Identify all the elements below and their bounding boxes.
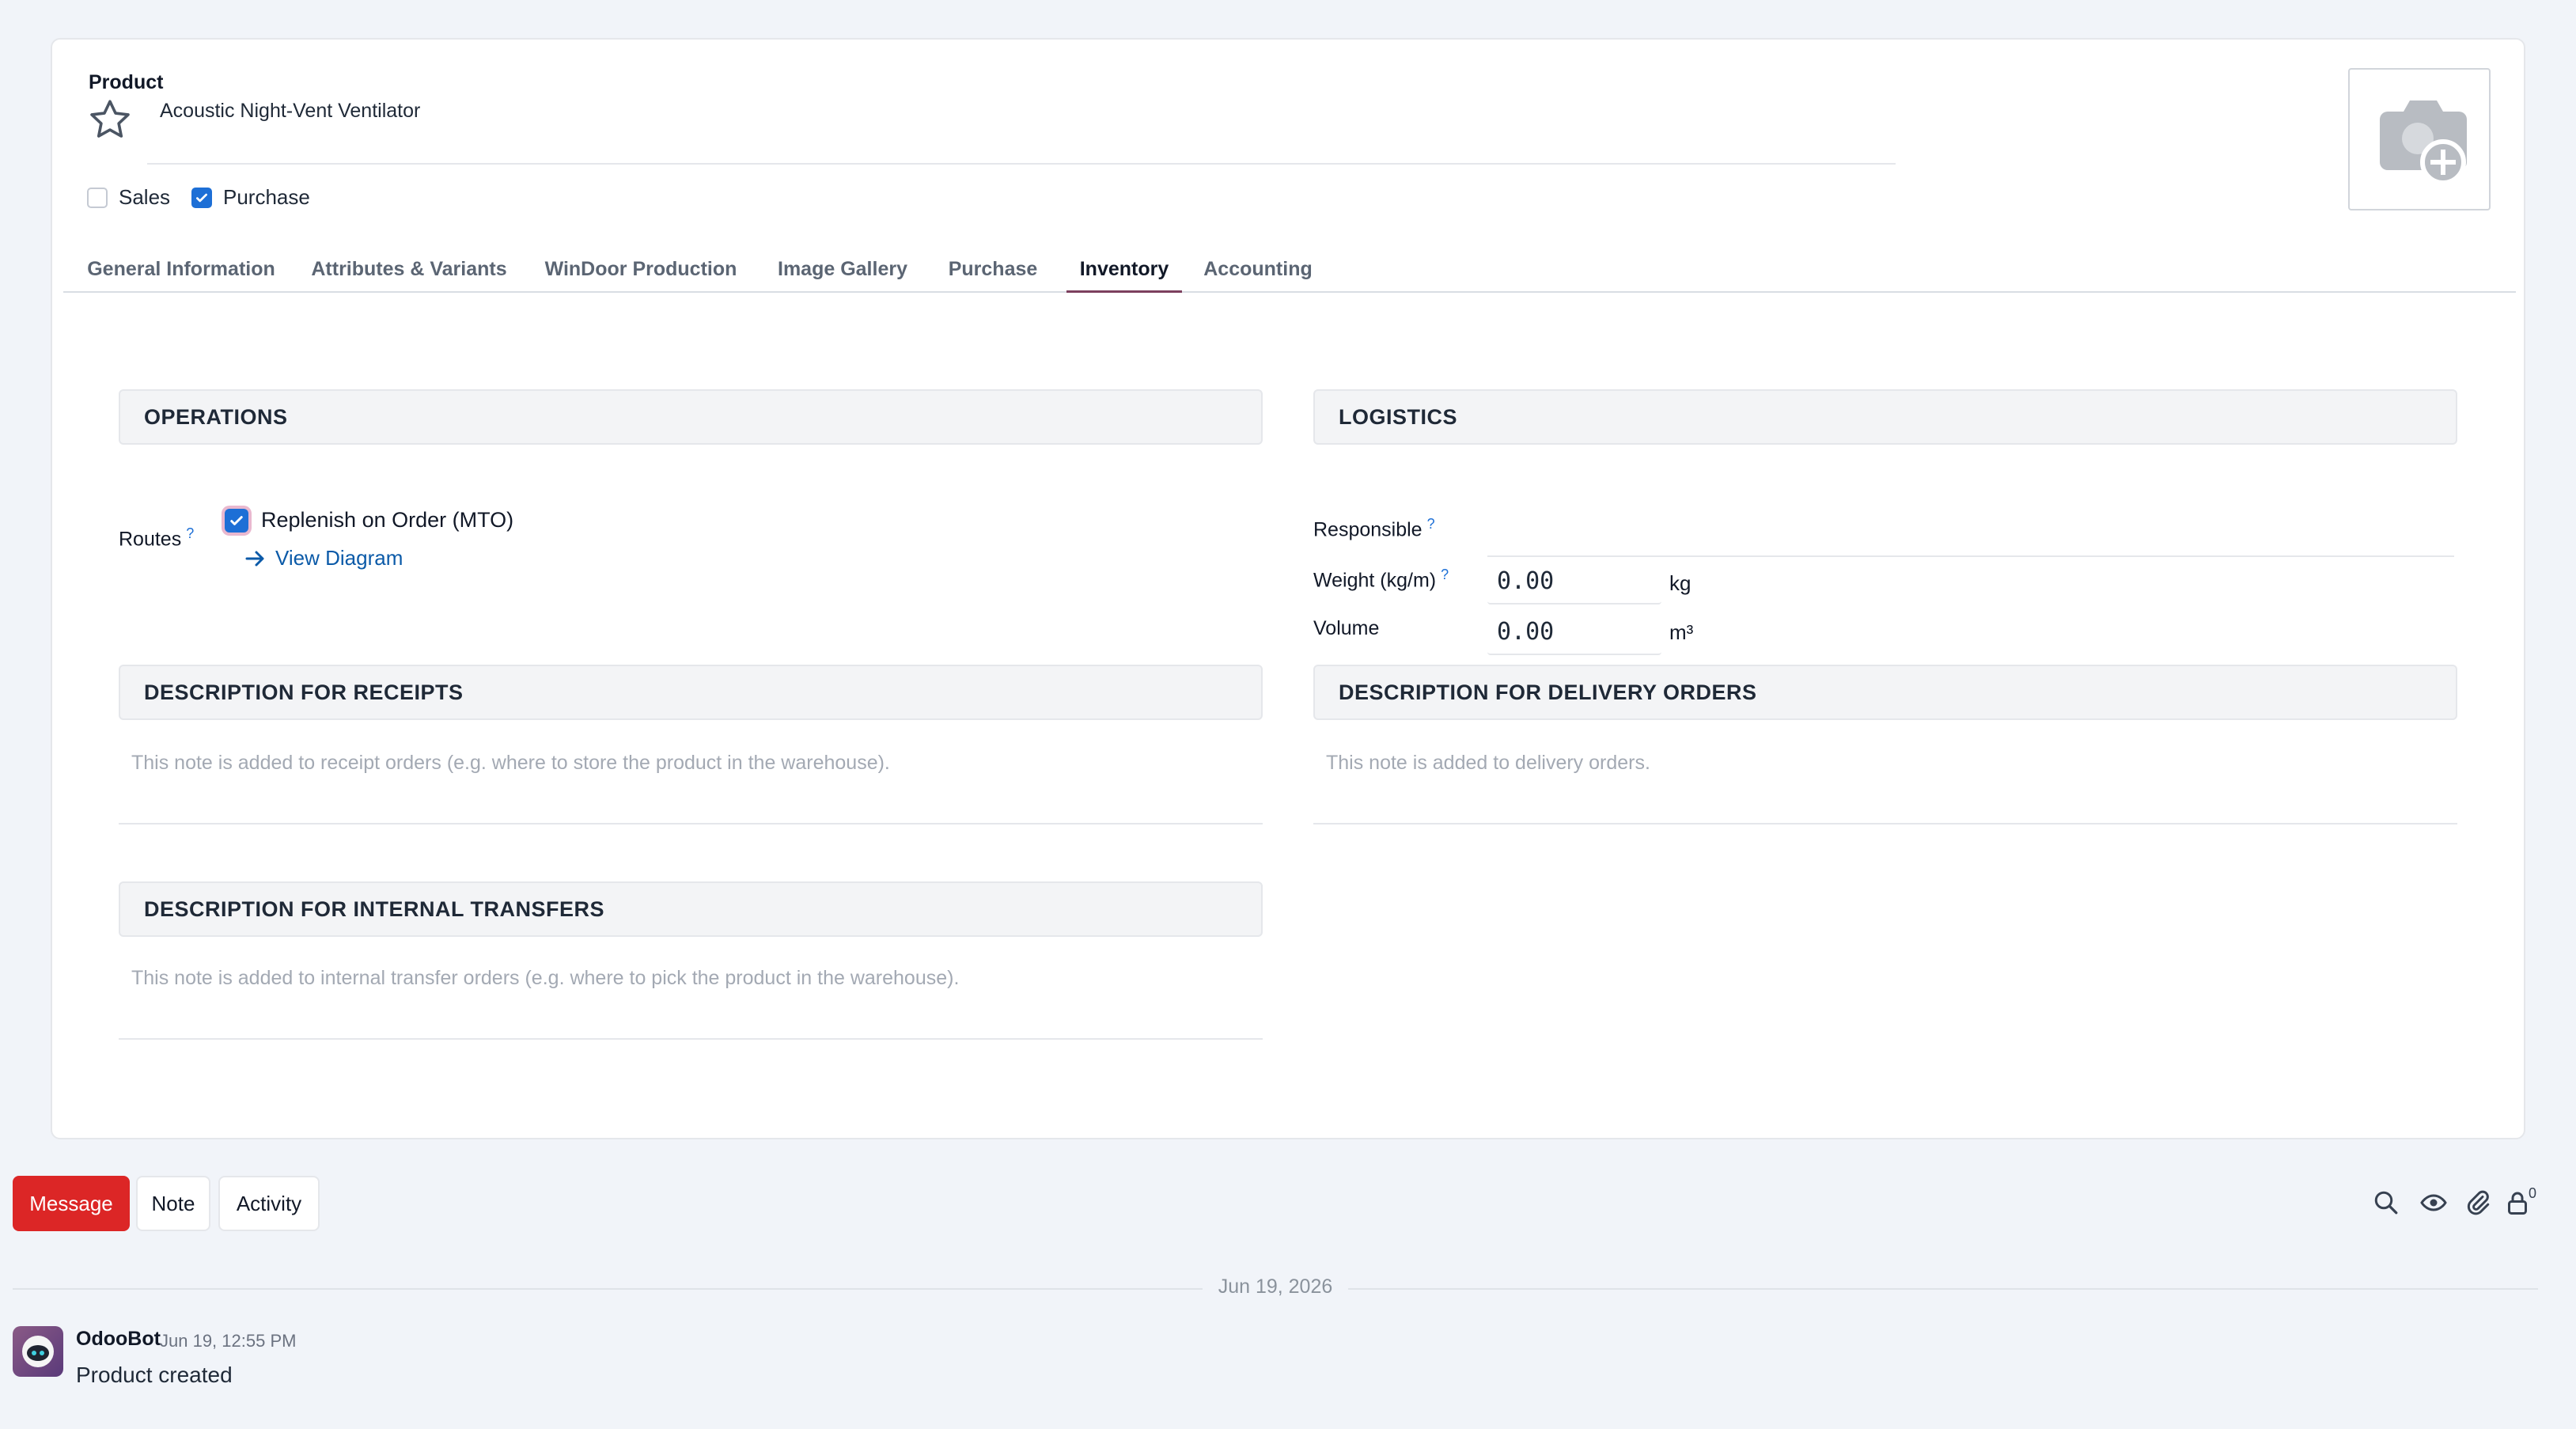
delivery-description-underline: [1313, 823, 2457, 824]
message-author[interactable]: OdooBot: [76, 1328, 161, 1351]
product-name-input[interactable]: Acoustic Night-Vent Ventilator: [160, 100, 420, 123]
weight-label-text: Weight (kg/m): [1313, 569, 1437, 592]
followers-count: 0: [2529, 1185, 2537, 1201]
tab-inventory[interactable]: Inventory: [1066, 252, 1182, 293]
delivery-description-placeholder[interactable]: This note is added to delivery orders.: [1326, 752, 1650, 775]
product-field-label: Product: [89, 71, 164, 93]
sales-checkbox[interactable]: [87, 187, 108, 208]
send-message-button[interactable]: Message: [13, 1176, 130, 1231]
operations-header: OPERATIONS: [119, 389, 1263, 445]
logistics-header: LOGISTICS: [1313, 389, 2457, 445]
product-form-sheet: Product Acoustic Night-Vent Ventilator S…: [51, 38, 2525, 1139]
purchase-checkbox[interactable]: [191, 187, 212, 208]
tab-windoor-production[interactable]: WinDoor Production: [538, 252, 744, 293]
product-image-upload[interactable]: [2348, 68, 2491, 210]
odoobot-face-icon: [22, 1336, 54, 1367]
paperclip-icon[interactable]: [2464, 1188, 2495, 1220]
receipts-description-placeholder[interactable]: This note is added to receipt orders (e.…: [131, 752, 890, 775]
date-divider-label: Jun 19, 2026: [1218, 1275, 1333, 1298]
volume-input[interactable]: 0.00: [1487, 609, 1661, 655]
form-tabs: General Information Attributes & Variant…: [63, 252, 2516, 293]
receipts-description-header: DESCRIPTION FOR RECEIPTS: [119, 665, 1263, 720]
internal-description-placeholder[interactable]: This note is added to internal transfer …: [131, 967, 959, 990]
internal-description-underline: [119, 1038, 1263, 1040]
search-icon[interactable]: [2372, 1188, 2404, 1220]
check-icon: [196, 193, 207, 202]
camera-plus-icon: [2380, 100, 2467, 185]
weight-field-label: Weight (kg/m)?: [1313, 567, 1449, 592]
route-mto-label: Replenish on Order (MTO): [261, 508, 514, 532]
volume-unit: m³: [1669, 620, 1694, 644]
sales-checkbox-row[interactable]: Sales: [87, 185, 170, 210]
volume-field-label: Volume: [1313, 617, 1380, 639]
responsible-label-text: Responsible: [1313, 518, 1422, 541]
tab-general-information[interactable]: General Information: [82, 252, 280, 293]
date-divider-left: [13, 1288, 1203, 1290]
purchase-label: Purchase: [223, 185, 310, 209]
message-timestamp: Jun 19, 12:55 PM: [160, 1331, 297, 1351]
routes-help-icon[interactable]: ?: [186, 525, 194, 541]
star-icon[interactable]: [87, 97, 133, 142]
tab-accounting[interactable]: Accounting: [1190, 252, 1326, 293]
view-diagram-link[interactable]: View Diagram: [245, 546, 403, 570]
eye-icon[interactable]: [2419, 1188, 2451, 1220]
tab-purchase[interactable]: Purchase: [940, 252, 1046, 293]
receipts-description-underline: [119, 823, 1263, 824]
internal-description-header: DESCRIPTION FOR INTERNAL TRANSFERS: [119, 881, 1263, 937]
sales-label: Sales: [119, 185, 171, 209]
responsible-field-label: Responsible?: [1313, 516, 1435, 541]
tab-image-gallery[interactable]: Image Gallery: [766, 252, 919, 293]
tab-attributes-variants[interactable]: Attributes & Variants: [302, 252, 516, 293]
message-body: Product created: [76, 1363, 233, 1387]
activity-button[interactable]: Activity: [218, 1176, 320, 1231]
view-diagram-label: View Diagram: [275, 546, 403, 570]
routes-label-text: Routes: [119, 528, 182, 551]
log-note-button[interactable]: Note: [136, 1176, 210, 1231]
routes-field-label: Routes?: [119, 525, 194, 551]
route-mto-option[interactable]: Replenish on Order (MTO): [225, 508, 513, 533]
arrow-right-icon: [245, 551, 264, 566]
product-name-underline: [147, 163, 1896, 165]
weight-help-icon[interactable]: ?: [1441, 567, 1449, 582]
check-icon: [230, 515, 243, 525]
date-divider-right: [1348, 1288, 2538, 1290]
delivery-description-header: DESCRIPTION FOR DELIVERY ORDERS: [1313, 665, 2457, 720]
avatar[interactable]: [13, 1326, 63, 1377]
responsible-help-icon[interactable]: ?: [1427, 516, 1435, 532]
responsible-input[interactable]: [1487, 517, 2454, 557]
weight-input[interactable]: 0.00: [1487, 559, 1661, 605]
purchase-checkbox-row[interactable]: Purchase: [191, 185, 310, 210]
weight-unit: kg: [1669, 571, 1691, 595]
route-mto-checkbox[interactable]: [225, 508, 248, 533]
